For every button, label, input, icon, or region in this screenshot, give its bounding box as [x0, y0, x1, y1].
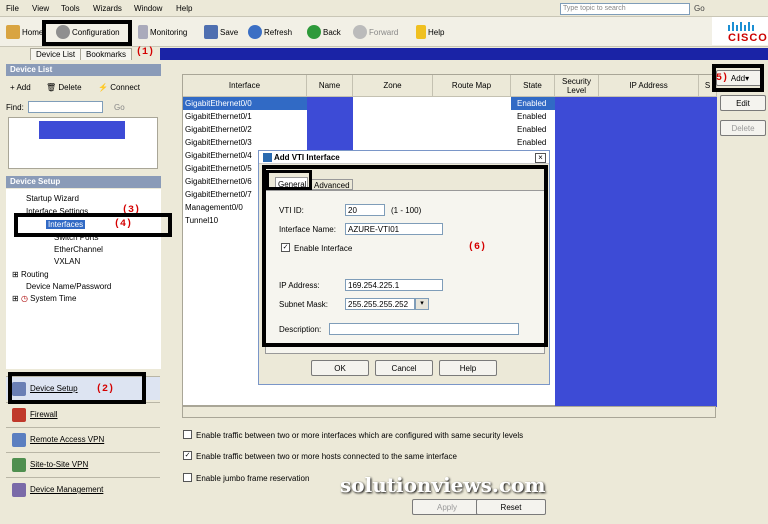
refresh-icon [248, 25, 262, 39]
annotation-5: 5) [716, 73, 729, 84]
table-row[interactable]: GigabitEthernet0/0 [183, 97, 307, 110]
home-button[interactable]: Home [6, 23, 43, 41]
menu-wizards[interactable]: Wizards [93, 4, 122, 13]
col-security-level[interactable]: Security Level [555, 75, 599, 97]
menu-file[interactable]: File [6, 4, 19, 13]
tab-device-list[interactable]: Device List [30, 48, 82, 60]
menu-bar: File View Tools Wizards Window Help Type… [0, 0, 768, 17]
reset-button[interactable]: Reset [476, 499, 546, 515]
search-input[interactable]: Type topic to search [560, 3, 690, 15]
dialog-title-bar: Add VTI Interface [259, 151, 549, 164]
help-icon [416, 25, 426, 39]
tree-startup-wizard[interactable]: Startup Wizard [26, 194, 79, 203]
device-list-panel: + Add 🗑 Delete ⚡ Connect Find: Go [6, 77, 161, 172]
jumbo-frame-checkbox[interactable] [183, 473, 192, 482]
same-security-label: Enable traffic between two or more inter… [196, 431, 524, 440]
highlight-interfaces [14, 213, 172, 237]
nav-device-management[interactable]: Device Management [6, 477, 160, 501]
firewall-icon [12, 407, 26, 422]
col-interface[interactable]: Interface [183, 75, 307, 97]
find-label: Find: [6, 103, 24, 112]
device-setup-header: Device Setup [6, 176, 161, 188]
apply-button[interactable]: Apply [412, 499, 482, 515]
highlight-general-tab [266, 170, 312, 190]
ok-button[interactable]: OK [311, 360, 369, 376]
back-arrow-icon [307, 25, 321, 39]
device-mgmt-icon [12, 482, 26, 497]
same-security-checkbox[interactable] [183, 430, 192, 439]
col-state[interactable]: State [511, 75, 555, 97]
col-zone[interactable]: Zone [353, 75, 433, 97]
watermark: solutionviews.com [340, 473, 546, 497]
dialog-help-button[interactable]: Help [439, 360, 497, 376]
annotation-2: (2) [96, 384, 115, 395]
device-list-header: Device List [6, 64, 161, 76]
clock-icon: ◷ [20, 294, 28, 303]
find-go-button[interactable]: Go [114, 103, 125, 112]
tree-device-name[interactable]: Device Name/Password [26, 282, 111, 291]
nav-site-to-site-vpn[interactable]: Site-to-Site VPN [6, 452, 160, 476]
brand-text: CISCO [728, 32, 768, 44]
save-icon [204, 25, 218, 39]
delete-button[interactable]: Delete [720, 120, 766, 136]
menu-help[interactable]: Help [176, 4, 192, 13]
nav-remote-access-vpn[interactable]: Remote Access VPN [6, 427, 160, 451]
highlight-dialog-form [262, 165, 548, 347]
search-go-button[interactable]: Go [694, 4, 705, 13]
delete-device-button[interactable]: 🗑 Delete [46, 83, 82, 92]
col-name[interactable]: Name [307, 75, 353, 97]
connect-button[interactable]: ⚡ Connect [98, 83, 140, 92]
device-entry[interactable] [39, 121, 125, 139]
col-ip-address[interactable]: IP Address [599, 75, 699, 97]
security-ip-fill [555, 97, 717, 407]
menu-tools[interactable]: Tools [61, 4, 80, 13]
tree-routing[interactable]: ⊞ Routing [12, 270, 49, 279]
highlight-configuration [42, 20, 132, 46]
tree-system-time[interactable]: ⊞ ◷ System Time [12, 294, 76, 303]
cisco-logo: CISCO [712, 17, 768, 45]
annotation-6: (6) [468, 242, 487, 253]
horizontal-scrollbar[interactable] [182, 406, 716, 418]
menu-view[interactable]: View [32, 4, 49, 13]
highlight-device-setup [8, 372, 146, 404]
vpn-icon [12, 432, 26, 447]
annotation-1: (1) [136, 47, 155, 58]
dialog-app-icon [263, 153, 272, 163]
plug-icon: ⚡ [98, 83, 108, 92]
table-cell-state[interactable]: Enabled [511, 97, 555, 110]
add-device-button[interactable]: + Add [10, 83, 31, 92]
site-vpn-icon [12, 457, 26, 472]
save-button[interactable]: Save [204, 23, 238, 41]
menu-window[interactable]: Window [134, 4, 162, 13]
refresh-button[interactable]: Refresh [248, 23, 292, 41]
same-interface-label: Enable traffic between two or more hosts… [196, 452, 457, 461]
monitor-icon [138, 25, 148, 39]
home-icon [6, 25, 20, 39]
tree-vxlan[interactable]: VXLAN [54, 257, 80, 266]
find-input[interactable] [28, 101, 103, 113]
monitoring-button[interactable]: Monitoring [138, 23, 187, 41]
back-button[interactable]: Back [307, 23, 341, 41]
same-interface-checkbox[interactable]: ✓ [183, 451, 192, 460]
jumbo-frame-label: Enable jumbo frame reservation [196, 474, 310, 483]
forward-arrow-icon [353, 25, 367, 39]
help-button[interactable]: Help [416, 23, 444, 41]
nav-firewall[interactable]: Firewall [6, 402, 160, 426]
tab-bookmarks[interactable]: Bookmarks [80, 48, 133, 60]
annotation-4: (4) [114, 219, 133, 230]
cancel-button[interactable]: Cancel [375, 360, 433, 376]
dialog-title: Add VTI Interface [273, 153, 340, 162]
col-route-map[interactable]: Route Map [433, 75, 511, 97]
device-tree [8, 117, 158, 169]
tree-etherchannel[interactable]: EtherChannel [54, 245, 103, 254]
forward-button[interactable]: Forward [353, 23, 398, 41]
close-icon[interactable]: × [535, 153, 546, 163]
trash-icon: 🗑 [46, 83, 57, 92]
breadcrumb-bar [160, 48, 768, 60]
edit-button[interactable]: Edit [720, 95, 766, 111]
